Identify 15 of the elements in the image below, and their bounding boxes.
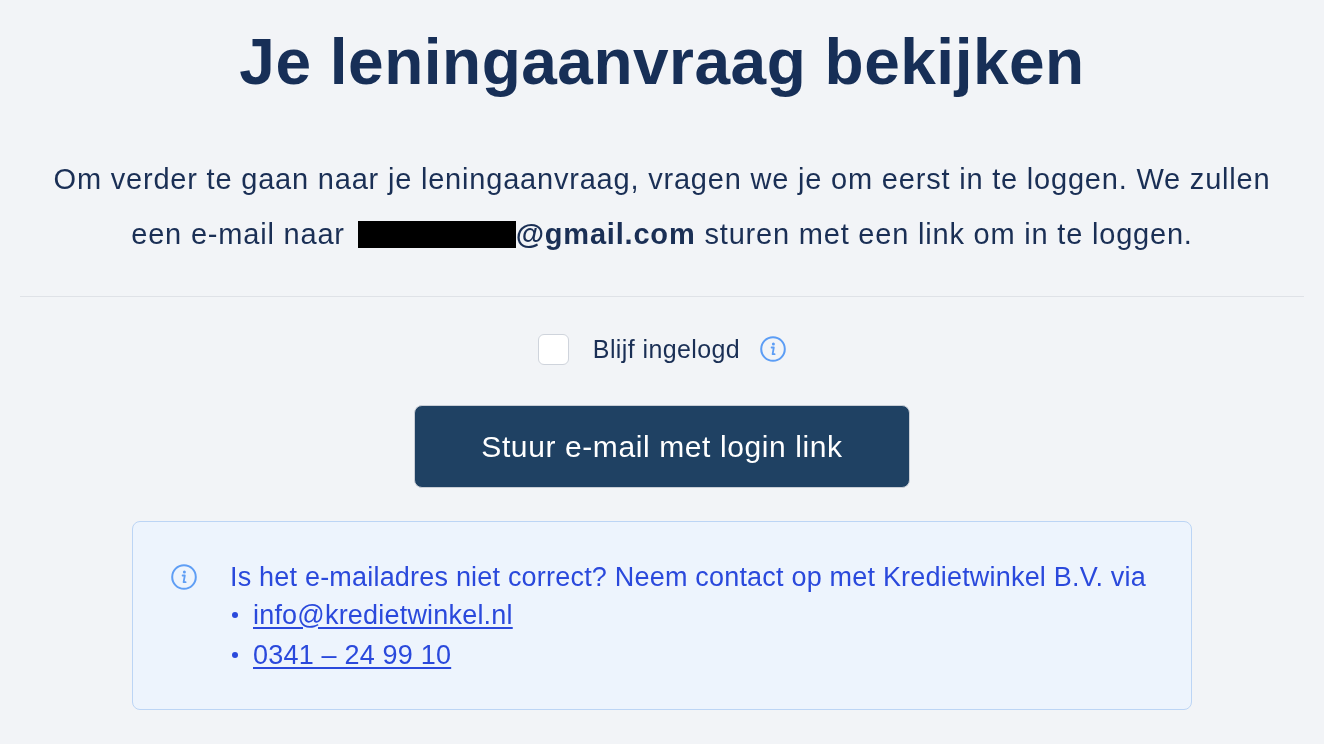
page-title: Je leningaanvraag bekijken: [239, 25, 1085, 100]
info-icon: [171, 564, 197, 590]
contact-link[interactable]: 0341 – 24 99 10: [253, 639, 452, 671]
stay-logged-in-label[interactable]: Blijf ingelogd: [592, 334, 741, 364]
stay-logged-in-checkbox[interactable]: [537, 333, 569, 365]
contact-link[interactable]: info@kredietwinkel.nl: [253, 599, 513, 631]
send-login-link-button[interactable]: Stuur e-mail met login link: [414, 405, 910, 488]
intro-text: sturen met een link om in te loggen.: [704, 217, 1193, 252]
intro-text: Om verder te gaan naar je leningaanvraag, vragen we je om eerst in te loggen. We zullen: [53, 162, 1271, 197]
intro-text: een e-mail naar: [131, 217, 345, 252]
bullet-icon: [232, 652, 238, 658]
bullet-icon: [232, 612, 238, 618]
notice-text: Is het e-mailadres niet correct? Neem contact op met Kredietwinkel B.V. via: [230, 561, 1146, 594]
email-address: @gmail.com: [515, 217, 696, 252]
info-icon: [760, 336, 787, 362]
